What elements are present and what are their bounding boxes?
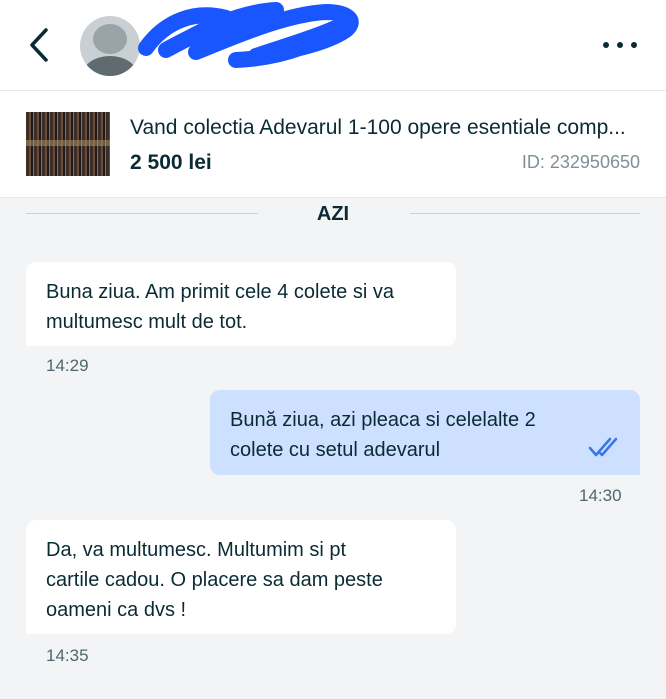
- message-time: 14:35: [46, 646, 89, 665]
- message-line: cartile cadou. O placere sa dam peste: [46, 569, 383, 591]
- message-time: 14:30: [579, 486, 622, 505]
- user-avatar-icon[interactable]: [80, 16, 140, 76]
- chevron-left-icon[interactable]: [22, 26, 58, 64]
- message-bubble-incoming[interactable]: Da, va multumesc. Multumim si pt cartile…: [26, 520, 456, 634]
- message-bubble-outgoing[interactable]: Bună ziua, azi pleaca si celelalte 2 col…: [210, 390, 640, 475]
- message-line: Buna ziua. Am primit cele 4 colete si va: [46, 281, 394, 303]
- message-line: Bună ziua, azi pleaca si celelalte 2: [230, 409, 536, 431]
- day-separator: AZI: [0, 200, 666, 228]
- message-bubble-incoming[interactable]: Buna ziua. Am primit cele 4 colete si va…: [26, 262, 456, 346]
- message-line: multumesc mult de tot.: [46, 311, 248, 333]
- listing-card[interactable]: [0, 91, 666, 198]
- redacted-username: [138, 2, 359, 68]
- message-line: colete cu setul adevarul: [230, 439, 441, 461]
- listing-thumbnail[interactable]: [26, 112, 110, 176]
- listing-id: ID: 232950650: [521, 152, 640, 172]
- listing-price: 2 500 lei: [130, 151, 212, 174]
- day-label: AZI: [316, 203, 350, 225]
- more-horizontal-icon[interactable]: [600, 30, 640, 60]
- message-time: 14:29: [46, 356, 89, 375]
- message-line: Da, va multumesc. Multumim si pt: [46, 539, 347, 561]
- listing-title[interactable]: Vand colectia Adevarul 1-100 opere esent…: [130, 116, 650, 140]
- chat-header: [0, 0, 666, 91]
- double-check-icon: [588, 437, 618, 457]
- message-line: oameni ca dvs !: [46, 599, 187, 621]
